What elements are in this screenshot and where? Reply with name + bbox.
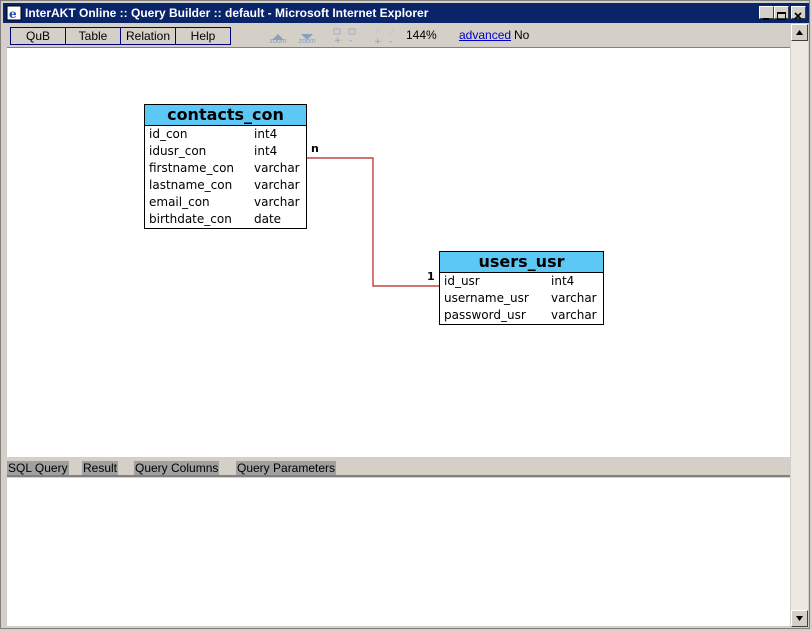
bottom-tab-bar: SQL Query Result Query Columns Query Par… [7, 459, 790, 477]
main-menu: QuB Table Relation Help [10, 27, 231, 45]
table-title[interactable]: contacts_con [145, 105, 306, 126]
column-type: varchar [254, 195, 300, 209]
column-type: date [254, 212, 282, 226]
tab-query-parameters[interactable]: Query Parameters [236, 461, 337, 475]
svg-text:+: + [334, 36, 342, 45]
advanced-link[interactable]: advanced [459, 28, 511, 42]
column-name: id_usr [444, 274, 480, 288]
column-type: varchar [254, 161, 300, 175]
expand-icon: + - [373, 29, 395, 47]
table-contacts-con[interactable]: contacts_con id_con int4 idusr_con int4 … [144, 104, 307, 229]
scroll-up-button[interactable] [791, 24, 808, 41]
browser-window: e InterAKT Online :: Query Builder :: de… [0, 0, 810, 629]
svg-text:-: - [349, 36, 352, 45]
minimize-icon [763, 18, 769, 20]
zoom-level: 144% [406, 28, 437, 42]
close-icon [794, 12, 802, 20]
table-row[interactable]: firstname_con varchar [145, 160, 306, 177]
menu-qub[interactable]: QuB [11, 28, 66, 44]
column-name: password_usr [444, 308, 526, 322]
table-row[interactable]: id_usr int4 [440, 273, 603, 290]
app-toolbar: QuB Table Relation Help zoom zoom + - + … [3, 24, 791, 48]
tab-result[interactable]: Result [82, 461, 119, 475]
title-bar: e InterAKT Online :: Query Builder :: de… [3, 3, 809, 23]
column-type: varchar [551, 291, 597, 305]
column-type: varchar [254, 178, 300, 192]
close-button[interactable] [791, 6, 806, 20]
diagram-canvas[interactable]: n 1 contacts_con id_con int4 idusr_con i… [7, 47, 790, 457]
svg-text:+: + [374, 37, 382, 45]
menu-table[interactable]: Table [66, 28, 121, 44]
table-row[interactable]: password_usr varchar [440, 307, 603, 324]
zoom-in-button[interactable]: zoom [265, 27, 291, 45]
column-type: int4 [254, 127, 278, 141]
table-row[interactable]: idusr_con int4 [145, 143, 306, 160]
minimize-button[interactable] [759, 6, 774, 20]
column-name: username_usr [444, 291, 529, 305]
column-type: varchar [551, 308, 597, 322]
maximize-button[interactable] [774, 6, 789, 20]
table-title[interactable]: users_usr [440, 252, 603, 273]
table-users-usr[interactable]: users_usr id_usr int4 username_usr varch… [439, 251, 604, 325]
column-name: email_con [149, 195, 210, 209]
column-name: firstname_con [149, 161, 235, 175]
ie-icon: e [6, 5, 22, 21]
menu-help[interactable]: Help [176, 28, 230, 44]
column-name: birthdate_con [149, 212, 232, 226]
layout-tools[interactable]: + - [332, 27, 360, 46]
arrow-down-icon [796, 616, 803, 621]
scroll-down-button[interactable] [791, 610, 808, 627]
advanced-value: No [514, 28, 530, 42]
relation-cardinality-1: 1 [427, 270, 435, 283]
arrange-tools[interactable]: + - [371, 27, 401, 47]
column-name: lastname_con [149, 178, 233, 192]
zoom-out-label: zoom [298, 38, 316, 45]
arrow-up-icon [796, 30, 803, 35]
tile-icon: + - [333, 28, 356, 46]
table-row[interactable]: birthdate_con date [145, 211, 306, 228]
table-row[interactable]: id_con int4 [145, 126, 306, 143]
column-name: idusr_con [149, 144, 207, 158]
svg-text:-: - [389, 37, 392, 45]
relation-line[interactable] [7, 48, 790, 458]
result-pane[interactable] [7, 478, 790, 626]
zoom-in-label: zoom [269, 38, 287, 45]
table-row[interactable]: username_usr varchar [440, 290, 603, 307]
maximize-icon [777, 12, 786, 20]
tab-sql-query[interactable]: SQL Query [7, 461, 69, 475]
vertical-scrollbar[interactable] [791, 24, 808, 627]
column-type: int4 [551, 274, 575, 288]
column-type: int4 [254, 144, 278, 158]
column-name: id_con [149, 127, 188, 141]
table-row[interactable]: email_con varchar [145, 194, 306, 211]
menu-relation[interactable]: Relation [121, 28, 176, 44]
svg-text:e: e [9, 7, 17, 21]
zoom-out-button[interactable]: zoom [294, 27, 320, 45]
window-title: InterAKT Online :: Query Builder :: defa… [25, 6, 429, 20]
relation-cardinality-n: n [311, 142, 319, 155]
tab-query-columns[interactable]: Query Columns [134, 461, 220, 475]
table-row[interactable]: lastname_con varchar [145, 177, 306, 194]
